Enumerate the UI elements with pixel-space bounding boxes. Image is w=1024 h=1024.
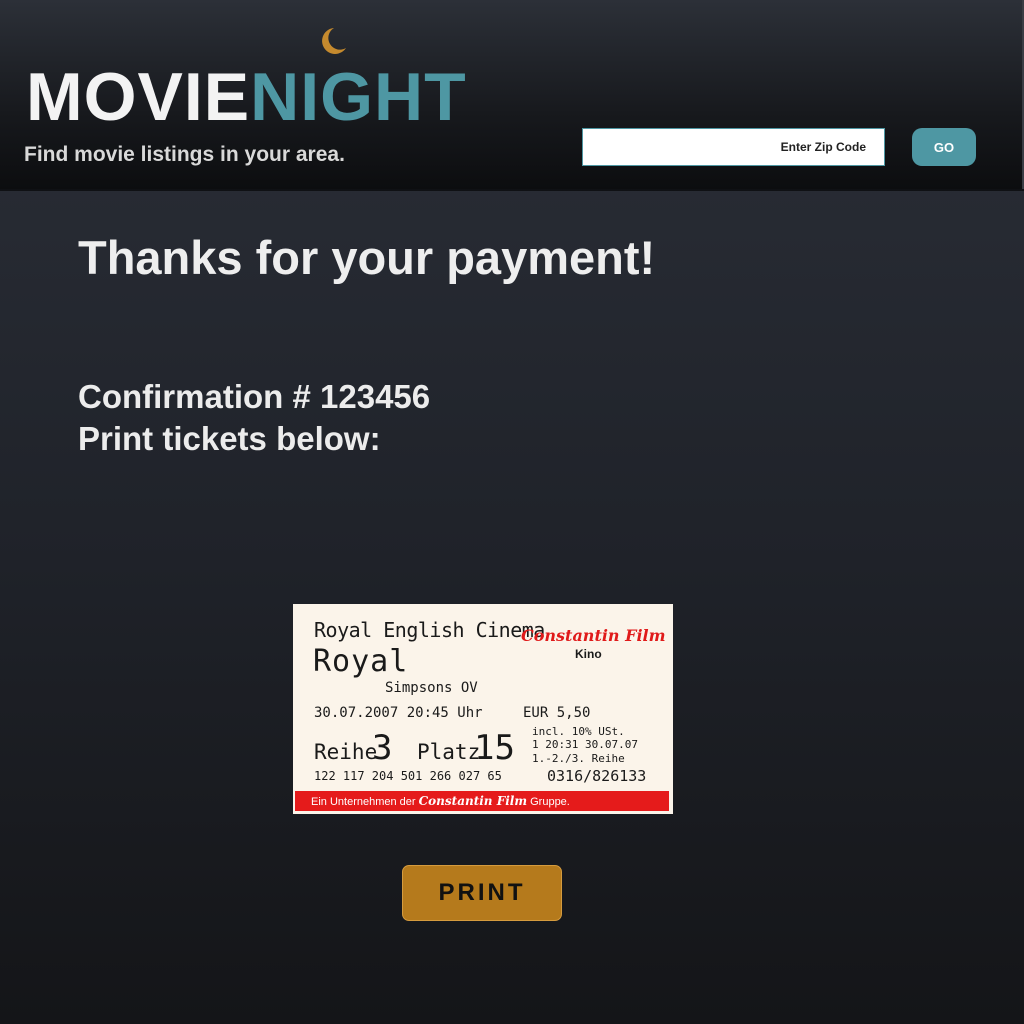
ticket-number-sequence: 122 117 204 501 266 027 65 [314,769,502,783]
ticket-kino: Kino [575,647,602,661]
go-button[interactable]: GO [912,128,976,166]
ticket-footer-prefix: Ein Unternehmen der [311,796,416,808]
ticket-price: EUR 5,50 [523,705,591,721]
zip-code-input[interactable] [582,128,885,166]
ticket-code: 0316/826133 [547,767,647,785]
ticket-footer-suffix: Gruppe. [530,796,570,808]
ticket-issued-time: 1 20:31 30.07.07 [532,738,638,751]
print-instructions: Print tickets below: [78,420,381,457]
ticket-row-number: 3 [372,728,393,768]
logo-movie: MOVIE [26,59,251,135]
site-header: MOVIENIGHT Find movie listings in your a… [0,0,1024,189]
movie-ticket: Royal English Cinema Constantin Film Kin… [293,604,673,814]
ticket-rows-range: 1.-2./3. Reihe [532,752,625,765]
ticket-brand-logo: Constantin Film [521,626,666,645]
ticket-footer-brand: Constantin Film [418,794,528,808]
tagline: Find movie listings in your area. [24,143,345,166]
confirmation-number: Confirmation # 123456 [78,378,431,415]
ticket-datetime: 30.07.2007 20:45 Uhr [314,705,483,721]
ticket-hall: Royal [313,644,409,679]
ticket-row-label: Reihe [314,740,378,764]
crescent-moon-icon [322,28,346,54]
ticket-cinema-name: Royal English Cinema [314,618,545,642]
logo-night: NIGHT [250,59,467,135]
page-heading: Thanks for your payment! [78,231,656,284]
ticket-movie-title: Simpsons OV [385,680,478,696]
ticket-footer: Ein Unternehmen der Constantin Film Grup… [295,791,669,811]
ticket-tax-note: incl. 10% USt. [532,725,625,738]
print-button[interactable]: PRINT [402,865,562,921]
logo[interactable]: MOVIENIGHT [26,62,467,132]
ticket-seat-label: Platz [417,740,481,764]
ticket-seat-number: 15 [474,728,515,768]
